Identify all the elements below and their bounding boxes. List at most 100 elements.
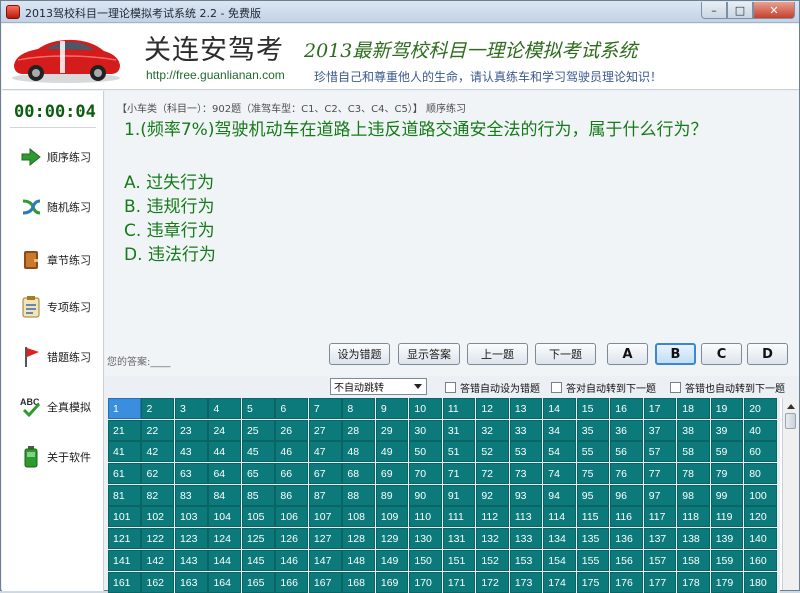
question-number-cell[interactable]: 42 — [141, 441, 175, 463]
next-question-button[interactable]: 下一题 — [535, 343, 596, 365]
question-number-cell[interactable]: 129 — [375, 528, 409, 550]
question-number-cell[interactable]: 17 — [643, 398, 677, 419]
question-number-cell[interactable]: 64 — [208, 463, 242, 485]
question-number-cell[interactable]: 177 — [643, 571, 677, 593]
question-number-cell[interactable]: 137 — [643, 528, 677, 550]
question-number-cell[interactable]: 125 — [241, 528, 275, 550]
question-number-cell[interactable]: 62 — [141, 463, 175, 485]
question-number-cell[interactable]: 65 — [241, 463, 275, 485]
question-number-cell[interactable]: 173 — [509, 571, 543, 593]
question-number-cell[interactable]: 53 — [509, 441, 543, 463]
question-number-cell[interactable]: 159 — [710, 549, 744, 571]
question-number-cell[interactable]: 138 — [677, 528, 710, 550]
question-number-cell[interactable]: 58 — [677, 441, 710, 463]
question-number-cell[interactable]: 71 — [442, 463, 476, 485]
question-number-cell[interactable]: 110 — [409, 506, 442, 528]
question-number-cell[interactable]: 126 — [275, 528, 309, 550]
question-number-cell[interactable]: 133 — [509, 528, 543, 550]
question-number-cell[interactable]: 59 — [710, 441, 744, 463]
question-number-cell[interactable]: 3 — [174, 398, 208, 419]
question-number-cell[interactable]: 19 — [710, 398, 744, 419]
question-number-cell[interactable]: 2 — [141, 398, 175, 419]
question-number-cell[interactable]: 45 — [241, 441, 275, 463]
maximize-button[interactable]: □ — [727, 2, 753, 19]
question-number-cell[interactable]: 12 — [476, 398, 509, 419]
question-number-cell[interactable]: 131 — [442, 528, 476, 550]
question-number-cell[interactable]: 48 — [342, 441, 375, 463]
question-number-cell[interactable]: 10 — [409, 398, 442, 419]
question-number-cell[interactable]: 145 — [241, 549, 275, 571]
question-number-cell[interactable]: 81 — [108, 484, 141, 506]
sidebar-item-sequential-practice[interactable]: 顺序练习 — [20, 143, 104, 171]
question-number-cell[interactable]: 103 — [174, 506, 208, 528]
question-number-cell[interactable]: 85 — [241, 484, 275, 506]
question-number-cell[interactable]: 51 — [442, 441, 476, 463]
question-number-cell[interactable]: 95 — [576, 484, 610, 506]
question-number-cell[interactable]: 139 — [710, 528, 744, 550]
question-number-cell[interactable]: 169 — [375, 571, 409, 593]
question-number-cell[interactable]: 121 — [108, 528, 141, 550]
question-number-cell[interactable]: 161 — [108, 571, 141, 593]
question-number-cell[interactable]: 153 — [509, 549, 543, 571]
question-number-cell[interactable]: 4 — [208, 398, 242, 419]
question-number-cell[interactable]: 5 — [241, 398, 275, 419]
sidebar-item-topic-practice[interactable]: 专项练习 — [20, 293, 104, 321]
question-number-cell[interactable]: 79 — [710, 463, 744, 485]
question-number-cell[interactable]: 176 — [610, 571, 643, 593]
show-answer-button[interactable]: 显示答案 — [398, 343, 460, 365]
question-number-cell[interactable]: 29 — [375, 419, 409, 441]
question-number-cell[interactable]: 92 — [476, 484, 509, 506]
question-number-cell[interactable]: 40 — [744, 419, 777, 441]
question-number-cell[interactable]: 160 — [744, 549, 777, 571]
question-number-cell[interactable]: 49 — [375, 441, 409, 463]
question-number-cell[interactable]: 68 — [342, 463, 375, 485]
question-number-cell[interactable]: 88 — [342, 484, 375, 506]
question-number-cell[interactable]: 157 — [643, 549, 677, 571]
question-number-cell[interactable]: 35 — [576, 419, 610, 441]
question-number-cell[interactable]: 21 — [108, 419, 141, 441]
answer-button-c[interactable]: C — [701, 343, 742, 365]
question-number-cell[interactable]: 175 — [576, 571, 610, 593]
question-number-cell[interactable]: 11 — [442, 398, 476, 419]
question-number-cell[interactable]: 136 — [610, 528, 643, 550]
question-number-cell[interactable]: 115 — [576, 506, 610, 528]
question-number-cell[interactable]: 86 — [275, 484, 309, 506]
question-number-cell[interactable]: 22 — [141, 419, 175, 441]
question-number-cell[interactable]: 52 — [476, 441, 509, 463]
question-number-cell[interactable]: 27 — [308, 419, 342, 441]
question-number-cell[interactable]: 105 — [241, 506, 275, 528]
question-number-cell[interactable]: 171 — [442, 571, 476, 593]
question-number-cell[interactable]: 91 — [442, 484, 476, 506]
question-number-cell[interactable]: 94 — [543, 484, 576, 506]
question-number-cell[interactable]: 15 — [576, 398, 610, 419]
question-number-cell[interactable]: 36 — [610, 419, 643, 441]
question-number-cell[interactable]: 174 — [543, 571, 576, 593]
question-number-cell[interactable]: 151 — [442, 549, 476, 571]
question-number-cell[interactable]: 34 — [543, 419, 576, 441]
question-number-cell[interactable]: 6 — [275, 398, 309, 419]
question-number-cell[interactable]: 20 — [744, 398, 777, 419]
question-number-cell[interactable]: 57 — [643, 441, 677, 463]
question-number-cell[interactable]: 96 — [610, 484, 643, 506]
question-number-cell[interactable]: 116 — [610, 506, 643, 528]
question-number-cell[interactable]: 127 — [308, 528, 342, 550]
question-number-cell[interactable]: 54 — [543, 441, 576, 463]
question-number-cell[interactable]: 90 — [409, 484, 442, 506]
question-number-cell[interactable]: 33 — [509, 419, 543, 441]
question-number-cell[interactable]: 16 — [610, 398, 643, 419]
question-number-cell[interactable]: 130 — [409, 528, 442, 550]
question-number-cell[interactable]: 101 — [108, 506, 141, 528]
question-number-cell[interactable]: 39 — [710, 419, 744, 441]
question-number-cell[interactable]: 150 — [409, 549, 442, 571]
question-number-cell[interactable]: 152 — [476, 549, 509, 571]
question-number-cell[interactable]: 162 — [141, 571, 175, 593]
question-number-cell[interactable]: 97 — [643, 484, 677, 506]
question-number-cell[interactable]: 70 — [409, 463, 442, 485]
question-number-cell[interactable]: 72 — [476, 463, 509, 485]
question-number-cell[interactable]: 180 — [744, 571, 777, 593]
auto-jump-select[interactable]: 不自动跳转 — [330, 378, 427, 395]
scroll-up-icon[interactable] — [783, 398, 798, 413]
question-number-cell[interactable]: 18 — [677, 398, 710, 419]
question-number-cell[interactable]: 170 — [409, 571, 442, 593]
set-wrong-button[interactable]: 设为错题 — [329, 343, 390, 365]
